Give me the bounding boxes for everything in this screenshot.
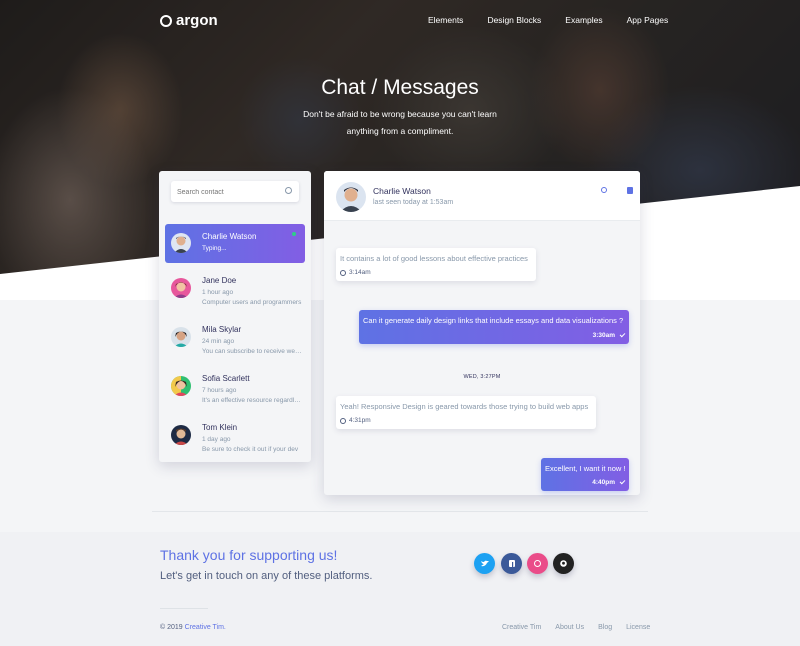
copyright-link[interactable]: Creative Tim.	[185, 624, 226, 631]
avatar	[171, 425, 191, 445]
contact-name: Sofia Scarlett	[202, 374, 250, 383]
message-text: Can it generate daily design links that …	[363, 316, 624, 325]
argon-logo-icon	[160, 14, 172, 27]
chat-header: Charlie Watson last seen today at 1:53am	[324, 171, 640, 221]
contact-list: Charlie Watson Typing... Jane Doe 1 hour…	[165, 224, 305, 465]
footer-short-divider	[160, 608, 208, 609]
contact-item-mila-skylar[interactable]: Mila Skylar 24 min ago You can subscribe…	[165, 318, 305, 367]
contact-last-message: It's an effective resource regardless	[202, 397, 302, 404]
contact-name: Charlie Watson	[202, 232, 257, 241]
footer-link-about-us[interactable]: About Us	[555, 624, 584, 631]
contact-item-sofia-scarlett[interactable]: Sofia Scarlett 7 hours ago It's an effec…	[165, 367, 305, 416]
nav-link-app-pages[interactable]: App Pages	[627, 15, 669, 25]
dribbble-icon	[534, 560, 541, 567]
avatar	[171, 376, 191, 396]
contact-time: 7 hours ago	[202, 387, 237, 394]
message-text: Yeah! Responsive Design is geared toward…	[340, 402, 589, 411]
avatar	[171, 278, 191, 298]
check-icon	[619, 331, 626, 338]
contact-time: 24 min ago	[202, 338, 235, 345]
message-text: Excellent, I want it now !	[545, 464, 626, 473]
dribbble-button[interactable]	[527, 553, 548, 574]
search-icon[interactable]	[285, 187, 292, 194]
contacts-card: Charlie Watson Typing... Jane Doe 1 hour…	[159, 171, 311, 462]
check-icon	[619, 478, 626, 485]
contact-last-message: Computer users and programmers	[202, 299, 302, 306]
clock-icon	[340, 417, 346, 424]
contact-name: Tom Klein	[202, 423, 238, 432]
message-incoming: Yeah! Responsive Design is geared toward…	[336, 396, 596, 429]
message-time: 3:30am	[593, 331, 626, 339]
message-time: 3:14am	[340, 269, 371, 276]
contact-last-message: Be sure to check it out if your dev	[202, 446, 299, 453]
message-text: It contains a lot of good lessons about …	[340, 254, 528, 263]
footer-link-license[interactable]: License	[626, 624, 650, 631]
nav-link-elements[interactable]: Elements	[428, 15, 463, 25]
contact-time: 1 day ago	[202, 436, 231, 443]
message-time: 4:31pm	[340, 417, 371, 424]
brand-logo[interactable]: argon	[160, 12, 218, 29]
online-status-dot	[292, 232, 296, 236]
message-incoming: It contains a lot of good lessons about …	[336, 248, 536, 281]
footer-subheading: Let's get in touch on any of these platf…	[160, 570, 373, 582]
footer-link-creative-tim[interactable]: Creative Tim	[502, 624, 541, 631]
facebook-icon	[508, 560, 515, 567]
chat-last-seen: last seen today at 1:53am	[373, 199, 454, 206]
avatar	[171, 327, 191, 347]
search-box	[171, 181, 299, 203]
book-icon[interactable]	[627, 187, 633, 194]
footer-links: Creative Tim About Us Blog License	[502, 624, 664, 631]
copyright: © 2019 Creative Tim.	[160, 624, 226, 631]
footer-link-blog[interactable]: Blog	[598, 624, 612, 631]
footer-thanks-heading: Thank you for supporting us!	[160, 547, 338, 563]
contact-item-jane-doe[interactable]: Jane Doe 1 hour ago Computer users and p…	[165, 269, 305, 318]
contact-name: Mila Skylar	[202, 325, 242, 334]
message-outgoing: Excellent, I want it now ! 4:40pm	[541, 458, 629, 491]
facebook-button[interactable]	[501, 553, 522, 574]
contact-last-message: You can subscribe to receive weekly	[202, 348, 302, 355]
contact-item-tom-klein[interactable]: Tom Klein 1 day ago Be sure to check it …	[165, 416, 305, 465]
nav-link-design-blocks[interactable]: Design Blocks	[487, 15, 541, 25]
brand-name: argon	[176, 12, 218, 29]
gear-icon[interactable]	[601, 187, 607, 193]
nav-links: Elements Design Blocks Examples App Page…	[428, 15, 692, 25]
message-outgoing: Can it generate daily design links that …	[359, 310, 629, 344]
navbar: argon Elements Design Blocks Examples Ap…	[0, 0, 800, 40]
nav-link-examples[interactable]: Examples	[565, 15, 602, 25]
chat-card: Charlie Watson last seen today at 1:53am…	[324, 171, 640, 495]
page-title: Chat / Messages	[321, 76, 479, 99]
github-button[interactable]	[553, 553, 574, 574]
contact-time: 1 hour ago	[202, 289, 234, 296]
date-separator: WED, 3:27PM	[463, 374, 501, 380]
avatar	[336, 182, 366, 212]
clock-icon	[340, 269, 346, 276]
chat-contact-name: Charlie Watson	[373, 186, 431, 196]
search-input[interactable]	[171, 182, 271, 203]
message-time: 4:40pm	[592, 478, 626, 486]
page-subtitle: Don't be afraid to be wrong because you …	[303, 109, 497, 136]
footer: Thank you for supporting us! Let's get i…	[0, 532, 800, 646]
twitter-icon	[480, 560, 489, 567]
contact-name: Jane Doe	[202, 276, 237, 285]
section-divider	[152, 511, 648, 512]
twitter-button[interactable]	[474, 553, 495, 574]
contact-item-charlie-watson[interactable]: Charlie Watson Typing...	[165, 224, 305, 263]
github-icon	[560, 560, 567, 567]
avatar	[171, 233, 191, 253]
contact-typing-status: Typing...	[202, 245, 227, 252]
